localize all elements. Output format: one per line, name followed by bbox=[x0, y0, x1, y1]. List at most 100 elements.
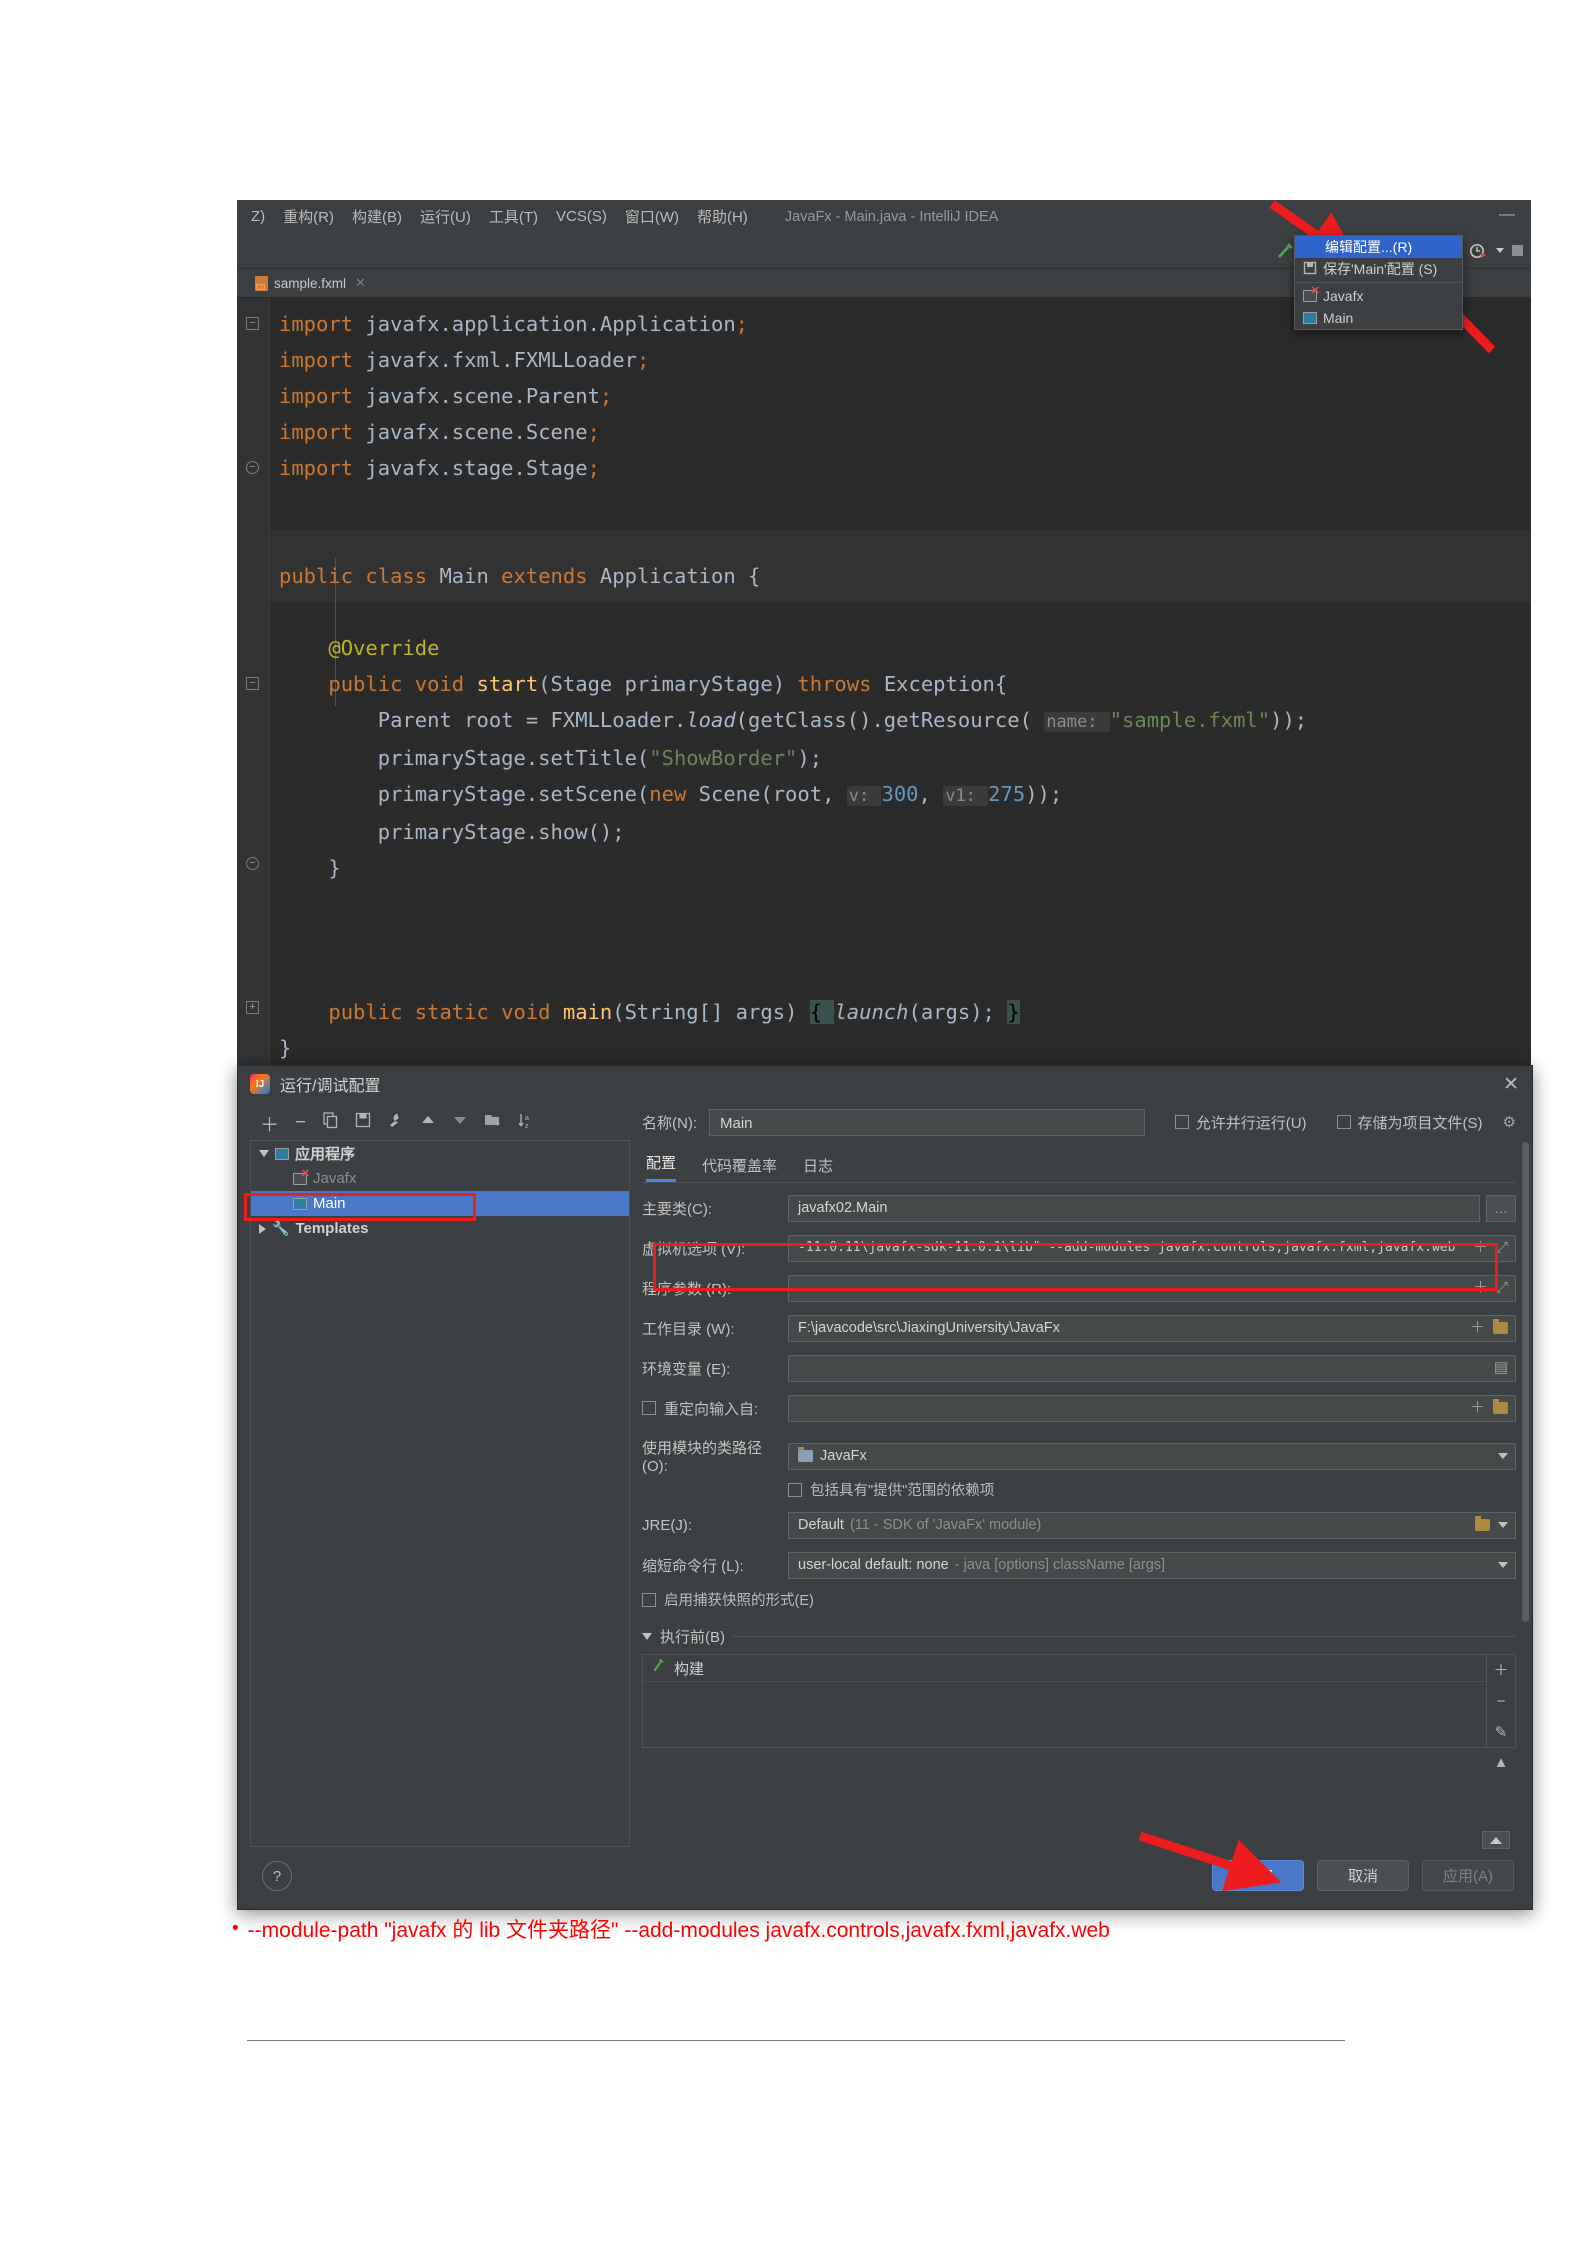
dropdown-item-save-configuration[interactable]: 保存'Main'配置 (S) bbox=[1295, 258, 1462, 280]
jre-select[interactable]: Default (11 - SDK of 'JavaFx' module) bbox=[788, 1511, 1516, 1539]
code-token: javafx.scene.Scene bbox=[365, 420, 588, 444]
chevron-right-icon[interactable] bbox=[259, 1223, 266, 1234]
scroll-up-button[interactable] bbox=[1482, 1831, 1510, 1849]
checkbox-icon bbox=[642, 1592, 656, 1607]
redirect-input-field[interactable]: ＋ bbox=[788, 1394, 1516, 1422]
expand-icon[interactable]: ⤢ bbox=[1496, 1276, 1508, 1301]
move-down-icon[interactable] bbox=[452, 1112, 468, 1134]
name-input[interactable]: Main bbox=[709, 1108, 1145, 1136]
tab-code-coverage[interactable]: 代码覆盖率 bbox=[702, 1155, 777, 1182]
dropdown-item-edit-configurations[interactable]: 编辑配置...(R) bbox=[1295, 236, 1462, 258]
tree-node-javafx[interactable]: Javafx bbox=[251, 1166, 629, 1191]
program-arguments-input[interactable]: ＋ ⤢ bbox=[788, 1274, 1516, 1302]
tree-node-templates[interactable]: 🔧 Templates bbox=[251, 1216, 629, 1241]
before-launch-header[interactable]: 执行前(B) bbox=[642, 1626, 1516, 1647]
editor-tab-sample-fxml[interactable]: sample.fxml ✕ bbox=[249, 275, 372, 291]
working-directory-input[interactable]: F:\javacode\src\JiaxingUniversity\JavaFx… bbox=[788, 1314, 1516, 1342]
code-token: Scene bbox=[698, 782, 761, 806]
add-icon[interactable]: ＋ bbox=[1473, 1236, 1488, 1261]
dialog-scrollbar[interactable] bbox=[1521, 1142, 1530, 1892]
store-as-project-file-checkbox[interactable]: 存储为项目文件(S) bbox=[1336, 1112, 1483, 1133]
include-provided-scope-checkbox[interactable]: 包括具有"提供"范围的依赖项 bbox=[642, 1479, 1516, 1500]
menu-item-build[interactable]: 构建(B) bbox=[343, 206, 411, 227]
copy-icon[interactable] bbox=[322, 1111, 339, 1135]
chevron-down-icon[interactable] bbox=[1498, 1522, 1508, 1528]
expand-icon[interactable]: ⤢ bbox=[1496, 1236, 1508, 1261]
module-classpath-select[interactable]: JavaFx bbox=[788, 1442, 1516, 1470]
tab-configuration[interactable]: 配置 bbox=[646, 1152, 677, 1182]
menu-item-run[interactable]: 运行(U) bbox=[411, 206, 480, 227]
minimize-button[interactable]: — bbox=[1499, 206, 1515, 224]
menu-item-0[interactable]: Z) bbox=[242, 208, 274, 225]
code-token: javafx.scene.Parent bbox=[365, 384, 600, 408]
module-classpath-caret[interactable] bbox=[1498, 1444, 1508, 1469]
move-up-icon[interactable]: ▲ bbox=[1494, 1754, 1509, 1771]
code-fold-toggle[interactable]: − bbox=[246, 677, 259, 690]
tree-node-main[interactable]: Main bbox=[251, 1191, 629, 1216]
code-token: )); bbox=[1025, 782, 1063, 806]
code-fold-toggle[interactable]: − bbox=[246, 317, 259, 330]
menu-item-refactor[interactable]: 重构(R) bbox=[274, 206, 343, 227]
stop-icon[interactable] bbox=[1512, 245, 1523, 256]
env-list-icon[interactable]: ▤ bbox=[1494, 1356, 1508, 1381]
folder-icon[interactable] bbox=[1475, 1516, 1490, 1531]
new-folder-icon[interactable]: + bbox=[484, 1112, 502, 1134]
cancel-button[interactable]: 取消 bbox=[1317, 1860, 1409, 1891]
dropdown-item-javafx[interactable]: Javafx bbox=[1295, 284, 1462, 307]
hammer-icon[interactable] bbox=[1275, 241, 1295, 261]
menu-item-tools[interactable]: 工具(T) bbox=[480, 206, 547, 227]
help-button[interactable]: ? bbox=[262, 1861, 292, 1891]
profile-icon[interactable] bbox=[1468, 241, 1488, 261]
add-icon[interactable]: ＋ bbox=[1473, 1276, 1488, 1301]
remove-icon[interactable]: − bbox=[1497, 1693, 1506, 1710]
save-icon[interactable] bbox=[355, 1112, 371, 1134]
shorten-command-line-select[interactable]: user-local default: none - java [options… bbox=[788, 1551, 1516, 1579]
chevron-down-icon-profile[interactable] bbox=[1496, 248, 1504, 253]
close-icon[interactable]: ✕ bbox=[355, 275, 366, 291]
chevron-down-icon[interactable] bbox=[259, 1150, 269, 1157]
code-fold-toggle[interactable]: − bbox=[246, 857, 259, 870]
sort-icon[interactable]: az bbox=[518, 1112, 534, 1135]
menu-item-vcs[interactable]: VCS(S) bbox=[547, 208, 616, 225]
code-fold-toggle[interactable]: − bbox=[246, 461, 259, 474]
apply-button[interactable]: 应用(A) bbox=[1422, 1860, 1514, 1891]
allow-parallel-run-checkbox[interactable]: 允许并行运行(U) bbox=[1174, 1112, 1307, 1133]
add-icon[interactable]: ＋ bbox=[1470, 1316, 1485, 1341]
menu-item-window[interactable]: 窗口(W) bbox=[616, 206, 688, 227]
tab-logs[interactable]: 日志 bbox=[803, 1155, 833, 1182]
remove-icon[interactable]: − bbox=[295, 1112, 306, 1134]
scrollbar-thumb[interactable] bbox=[1522, 1142, 1529, 1622]
gear-icon[interactable]: ⚙ bbox=[1503, 1113, 1516, 1131]
enable-snapshot-checkbox[interactable]: 启用捕获快照的形式(E) bbox=[642, 1589, 1516, 1610]
vm-options-input[interactable]: -11.0.11\javafx-sdk-11.0.1\lib" --add-mo… bbox=[788, 1234, 1516, 1262]
redirect-input-checkbox[interactable]: 重定向输入自: bbox=[642, 1398, 788, 1419]
tree-node-application[interactable]: 应用程序 bbox=[251, 1141, 629, 1166]
editor-gutter[interactable]: − − − − + bbox=[237, 298, 270, 1065]
add-icon[interactable]: ＋ bbox=[1470, 1396, 1485, 1421]
jre-row: JRE(J): Default (11 - SDK of 'JavaFx' mo… bbox=[642, 1510, 1516, 1540]
browse-main-class-button[interactable]: … bbox=[1486, 1194, 1516, 1222]
edit-icon[interactable]: ✎ bbox=[1495, 1723, 1508, 1741]
close-icon[interactable]: ✕ bbox=[1503, 1075, 1519, 1094]
before-launch-list[interactable]: 构建 bbox=[643, 1655, 1486, 1747]
folder-icon[interactable] bbox=[1493, 1319, 1508, 1334]
checkbox-icon bbox=[788, 1482, 802, 1497]
ok-button[interactable]: 确定 bbox=[1212, 1860, 1304, 1891]
dropdown-item-main[interactable]: Main bbox=[1295, 307, 1462, 329]
working-directory-row: 工作目录 (W): F:\javacode\src\JiaxingUnivers… bbox=[642, 1313, 1516, 1343]
add-icon[interactable]: ＋ bbox=[1493, 1659, 1508, 1680]
before-launch-item-build[interactable]: 构建 bbox=[643, 1655, 1486, 1682]
code-content[interactable]: import javafx.application.Application; im… bbox=[279, 298, 1307, 1065]
environment-variables-input[interactable]: ▤ bbox=[788, 1354, 1516, 1382]
code-fold-toggle[interactable]: + bbox=[246, 1001, 259, 1014]
shorten-caret[interactable] bbox=[1498, 1553, 1508, 1578]
folder-icon[interactable] bbox=[1493, 1399, 1508, 1414]
code-editor[interactable]: − − − − + import javafx.application.Applicat… bbox=[237, 298, 1531, 1065]
wrench-icon[interactable] bbox=[387, 1112, 404, 1135]
main-class-input[interactable]: javafx02.Main bbox=[788, 1194, 1480, 1222]
chevron-down-icon[interactable] bbox=[642, 1633, 652, 1640]
move-up-icon[interactable] bbox=[420, 1112, 436, 1134]
add-icon[interactable]: ＋ bbox=[260, 1110, 279, 1137]
menu-item-help[interactable]: 帮助(H) bbox=[688, 206, 757, 227]
configurations-tree[interactable]: 应用程序 Javafx Main 🔧 Templates bbox=[250, 1140, 630, 1847]
